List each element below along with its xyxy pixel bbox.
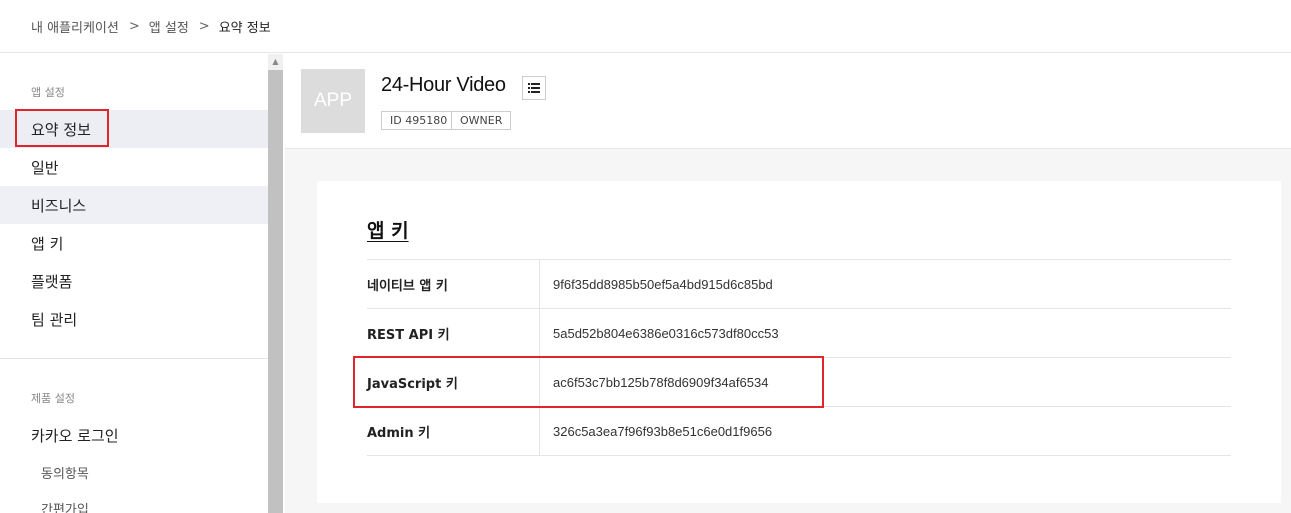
key-row-admin: Admin 키 326c5a3ea7f96f93b8e51c6e0d1f9656 (367, 407, 1231, 456)
key-value[interactable]: 5a5d52b804e6386e0316c573df80cc53 (540, 309, 779, 357)
list-button[interactable] (522, 76, 546, 100)
sidebar-item-business[interactable]: 비즈니스 (0, 186, 268, 224)
sidebar: 앱 설정 요약 정보 일반 비즈니스 앱 키 플랫폼 팀 관리 제품 설정 카카… (0, 54, 268, 513)
sidebar-subitem-simple-signup[interactable]: 간편가입 (0, 490, 268, 513)
app-thumbnail: APP (301, 69, 365, 133)
sidebar-item-general[interactable]: 일반 (0, 148, 268, 186)
key-label: JavaScript 키 (367, 358, 540, 406)
breadcrumb-separator: > (128, 18, 140, 34)
breadcrumb-separator: > (198, 18, 210, 34)
app-keys-table: 네이티브 앱 키 9f6f35dd8985b50ef5a4bd915d6c85b… (367, 259, 1231, 456)
sidebar-item-kakao-login[interactable]: 카카오 로그인 (0, 416, 268, 454)
sidebar-item-summary[interactable]: 요약 정보 (0, 110, 268, 148)
list-icon (528, 83, 540, 93)
app-keys-card: 앱 키 네이티브 앱 키 9f6f35dd8985b50ef5a4bd915d6… (317, 181, 1281, 503)
key-row-javascript: JavaScript 키 ac6f53c7bb125b78f8d6909f34a… (367, 358, 1231, 407)
sidebar-item-app-keys[interactable]: 앱 키 (0, 224, 268, 262)
app-header: APP 24-Hour Video ID 495180 OWNER (285, 54, 1291, 149)
key-row-native: 네이티브 앱 키 9f6f35dd8985b50ef5a4bd915d6c85b… (367, 260, 1231, 309)
sidebar-subitem-consent[interactable]: 동의항목 (0, 454, 268, 490)
sidebar-item-platform[interactable]: 플랫폼 (0, 262, 268, 300)
breadcrumb-app-settings[interactable]: 앱 설정 (149, 17, 189, 36)
key-label: 네이티브 앱 키 (367, 260, 540, 308)
breadcrumb-my-applications[interactable]: 내 애플리케이션 (31, 17, 119, 36)
scrollbar-thumb[interactable] (268, 70, 283, 513)
breadcrumb-current: 요약 정보 (218, 20, 271, 36)
app-name: 24-Hour Video (381, 74, 506, 96)
sidebar-item-team[interactable]: 팀 관리 (0, 300, 268, 338)
key-value[interactable]: 326c5a3ea7f96f93b8e51c6e0d1f9656 (540, 407, 772, 455)
app-role-tag: OWNER (451, 111, 512, 130)
key-label: Admin 키 (367, 407, 540, 455)
app-id-tag: ID 495180 (381, 111, 457, 130)
key-row-rest-api: REST API 키 5a5d52b804e6386e0316c573df80c… (367, 309, 1231, 358)
key-value[interactable]: ac6f53c7bb125b78f8d6909f34af6534 (540, 358, 768, 406)
sidebar-scrollbar[interactable]: ▲ (268, 54, 283, 513)
scroll-up-arrow-icon[interactable]: ▲ (268, 54, 283, 69)
sidebar-section-title-product-settings: 제품 설정 (31, 392, 75, 405)
breadcrumb: 내 애플리케이션 > 앱 설정 > 요약 정보 (0, 0, 1291, 53)
key-label: REST API 키 (367, 309, 540, 357)
key-value[interactable]: 9f6f35dd8985b50ef5a4bd915d6c85bd (540, 260, 773, 308)
app-keys-title: 앱 키 (367, 220, 409, 242)
main-content: APP 24-Hour Video ID 495180 OWNER 앱 키 네이… (285, 54, 1291, 513)
sidebar-section-title-app-settings: 앱 설정 (31, 86, 65, 99)
